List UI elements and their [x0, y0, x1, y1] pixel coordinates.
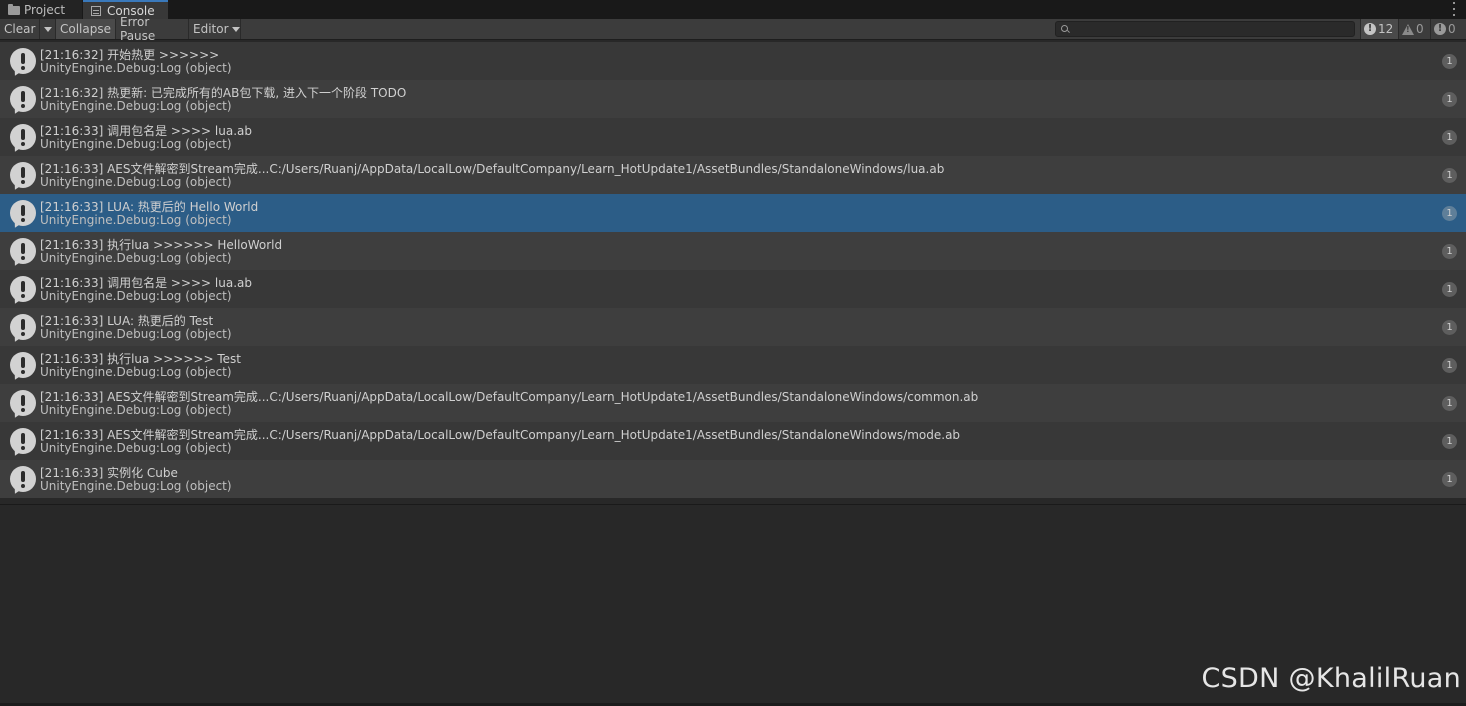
log-row[interactable]: [21:16:33] AES文件解密到Stream完成...C:/Users/R…	[0, 156, 1466, 194]
log-row-selected[interactable]: [21:16:33] LUA: 热更后的 Hello World UnityEn…	[0, 194, 1466, 232]
log-row[interactable]: [21:16:33] AES文件解密到Stream完成...C:/Users/R…	[0, 422, 1466, 460]
log-row[interactable]: [21:16:33] 实例化 Cube UnityEngine.Debug:Lo…	[0, 460, 1466, 498]
tab-project-label: Project	[24, 2, 66, 17]
info-icon	[10, 124, 36, 154]
warning-count: 0	[1416, 22, 1424, 36]
log-count-badge: 1	[1442, 434, 1457, 449]
log-count-badge: 1	[1442, 396, 1457, 411]
log-count-badge: 1	[1442, 92, 1457, 107]
console-window: Project Console Clear Collapse Error Pau…	[0, 0, 1466, 706]
error-filter-toggle[interactable]: ! 0	[1430, 19, 1466, 39]
tab-project[interactable]: Project	[0, 0, 82, 19]
log-count-badge: 1	[1442, 130, 1457, 145]
log-source: UnityEngine.Debug:Log (object)	[40, 175, 232, 189]
collapse-toggle[interactable]: Collapse	[56, 19, 116, 39]
log-source: UnityEngine.Debug:Log (object)	[40, 289, 232, 303]
editor-dropdown-label: Editor	[193, 22, 229, 36]
info-icon	[10, 314, 36, 344]
log-source: UnityEngine.Debug:Log (object)	[40, 441, 232, 455]
log-source: UnityEngine.Debug:Log (object)	[40, 403, 232, 417]
error-icon: !	[1434, 23, 1446, 35]
log-source: UnityEngine.Debug:Log (object)	[40, 327, 232, 341]
log-row[interactable]: [21:16:33] 调用包名是 >>>> lua.ab UnityEngine…	[0, 118, 1466, 156]
log-count-badge: 1	[1442, 320, 1457, 335]
watermark: CSDN @KhalilRuan	[1201, 663, 1461, 694]
chevron-down-icon	[43, 26, 52, 32]
clear-options-dropdown[interactable]	[40, 19, 56, 39]
log-list[interactable]: [21:16:32] 开始热更 >>>>>> UnityEngine.Debug…	[0, 40, 1466, 498]
clear-button[interactable]: Clear	[0, 19, 40, 39]
console-icon	[91, 5, 103, 16]
log-source: UnityEngine.Debug:Log (object)	[40, 61, 232, 75]
info-icon	[10, 276, 36, 306]
detail-splitter[interactable]	[0, 504, 1466, 505]
info-icon	[10, 390, 36, 420]
log-count-badge: 1	[1442, 206, 1457, 221]
info-icon	[10, 162, 36, 192]
log-source: UnityEngine.Debug:Log (object)	[40, 137, 232, 151]
console-toolbar: Clear Collapse Error Pause Editor ! 12 0…	[0, 15, 1466, 43]
error-count: 0	[1448, 22, 1456, 36]
log-row[interactable]: [21:16:33] 执行lua >>>>>> HelloWorld Unity…	[0, 232, 1466, 270]
info-icon: !	[1364, 23, 1376, 35]
info-filter-toggle[interactable]: ! 12	[1360, 19, 1398, 39]
info-icon	[10, 200, 36, 230]
warning-filter-toggle[interactable]: 0	[1398, 19, 1430, 39]
warning-icon	[1402, 23, 1414, 35]
info-icon	[10, 238, 36, 268]
log-row[interactable]: [21:16:33] 执行lua >>>>>> Test UnityEngine…	[0, 346, 1466, 384]
search-input[interactable]	[1072, 22, 1352, 36]
log-count-badge: 1	[1442, 54, 1457, 69]
chevron-down-icon	[231, 26, 240, 32]
log-count-badge: 1	[1442, 168, 1457, 183]
info-icon	[10, 48, 36, 78]
tab-bar: Project Console	[0, 0, 1466, 19]
log-source: UnityEngine.Debug:Log (object)	[40, 99, 232, 113]
search-icon	[1061, 25, 1068, 32]
kebab-menu-icon[interactable]	[1452, 2, 1456, 16]
info-icon	[10, 86, 36, 116]
log-source: UnityEngine.Debug:Log (object)	[40, 479, 232, 493]
log-row[interactable]: [21:16:32] 开始热更 >>>>>> UnityEngine.Debug…	[0, 42, 1466, 80]
info-icon	[10, 466, 36, 496]
log-row[interactable]: [21:16:33] AES文件解密到Stream完成...C:/Users/R…	[0, 384, 1466, 422]
log-row[interactable]: [21:16:33] 调用包名是 >>>> lua.ab UnityEngine…	[0, 270, 1466, 308]
info-icon	[10, 428, 36, 458]
editor-dropdown[interactable]: Editor	[189, 19, 241, 39]
info-count: 12	[1378, 22, 1394, 36]
search-field[interactable]	[1055, 21, 1355, 37]
error-pause-toggle[interactable]: Error Pause	[116, 15, 189, 43]
log-count-badge: 1	[1442, 472, 1457, 487]
log-row[interactable]: [21:16:33] LUA: 热更后的 Test UnityEngine.De…	[0, 308, 1466, 346]
log-source: UnityEngine.Debug:Log (object)	[40, 251, 232, 265]
log-row[interactable]: [21:16:32] 热更新: 已完成所有的AB包下载, 进入下一个阶段 TOD…	[0, 80, 1466, 118]
log-count-badge: 1	[1442, 358, 1457, 373]
info-icon	[10, 352, 36, 382]
log-source: UnityEngine.Debug:Log (object)	[40, 213, 232, 227]
log-count-badge: 1	[1442, 282, 1457, 297]
log-count-badge: 1	[1442, 244, 1457, 259]
folder-icon	[8, 3, 20, 15]
log-source: UnityEngine.Debug:Log (object)	[40, 365, 232, 379]
